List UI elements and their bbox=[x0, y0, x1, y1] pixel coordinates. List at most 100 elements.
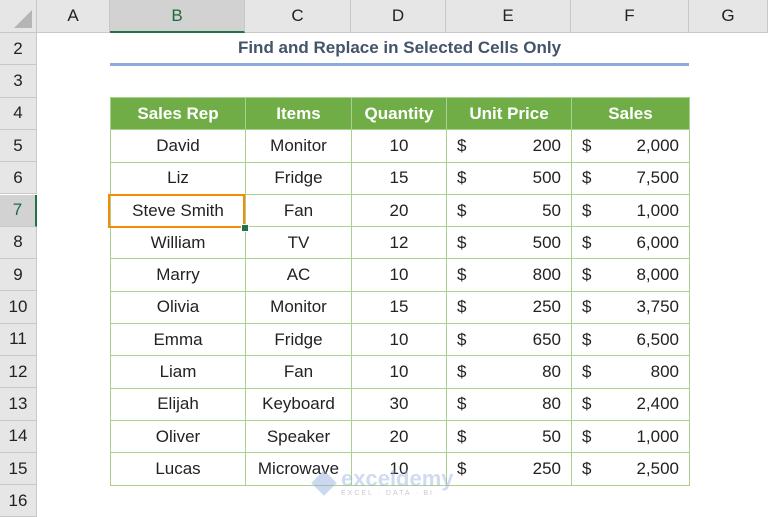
currency-symbol: $ bbox=[582, 297, 592, 317]
row-header-2[interactable]: 2 bbox=[0, 33, 37, 66]
cell-unit-price[interactable]: $80 bbox=[446, 387, 572, 421]
cell-item[interactable]: Fridge bbox=[245, 161, 352, 195]
cell-item[interactable]: Monitor bbox=[245, 129, 352, 163]
header-items[interactable]: Items bbox=[245, 96, 352, 131]
row-header-14[interactable]: 14 bbox=[0, 420, 37, 453]
cell-item[interactable]: Monitor bbox=[245, 290, 352, 325]
cell-sales-rep[interactable]: William bbox=[110, 226, 246, 260]
cell-unit-price[interactable]: $50 bbox=[446, 193, 572, 228]
cell-quantity[interactable]: 30 bbox=[351, 387, 447, 421]
cell-quantity[interactable]: 10 bbox=[351, 258, 447, 292]
cell-sales[interactable]: $1,000 bbox=[571, 419, 690, 454]
cell-sales-rep[interactable]: Steve Smith bbox=[110, 193, 246, 228]
cell-sales-rep[interactable]: Emma bbox=[110, 323, 246, 357]
cell-item[interactable]: Keyboard bbox=[245, 387, 352, 421]
cell-sales[interactable]: $2,400 bbox=[571, 387, 690, 421]
cell-sales[interactable]: $800 bbox=[571, 355, 690, 389]
cell-sales-rep[interactable]: Lucas bbox=[110, 452, 246, 486]
header-quantity[interactable]: Quantity bbox=[351, 96, 447, 131]
row-header-5[interactable]: 5 bbox=[0, 129, 37, 163]
watermark-brand: exceldemy bbox=[341, 466, 454, 491]
row-header-7[interactable]: 7 bbox=[0, 194, 37, 227]
cell-item[interactable]: Fan bbox=[245, 193, 352, 228]
cell-item[interactable]: Speaker bbox=[245, 419, 352, 454]
cell-sales-rep[interactable]: Marry bbox=[110, 258, 246, 292]
cell-unit-price[interactable]: $80 bbox=[446, 355, 572, 389]
column-header-a[interactable]: A bbox=[37, 0, 110, 33]
column-header-f[interactable]: F bbox=[571, 0, 689, 33]
cell-quantity[interactable]: 10 bbox=[351, 355, 447, 389]
cell-quantity[interactable]: 20 bbox=[351, 193, 447, 228]
cell-unit-price[interactable]: $800 bbox=[446, 258, 572, 292]
cell-sales[interactable]: $3,750 bbox=[571, 290, 690, 325]
currency-symbol: $ bbox=[582, 458, 592, 478]
header-sales[interactable]: Sales bbox=[571, 96, 690, 131]
row-header-12[interactable]: 12 bbox=[0, 356, 37, 389]
cell-item[interactable]: Fan bbox=[245, 355, 352, 389]
row-header-9[interactable]: 9 bbox=[0, 259, 37, 292]
currency-symbol: $ bbox=[457, 168, 467, 188]
header-sales-rep[interactable]: Sales Rep bbox=[110, 96, 246, 131]
cell-sales[interactable]: $2,000 bbox=[571, 129, 690, 163]
cell-quantity[interactable]: 15 bbox=[351, 290, 447, 325]
row-header-4[interactable]: 4 bbox=[0, 97, 37, 130]
cell-sales[interactable]: $8,000 bbox=[571, 258, 690, 292]
cell-sales[interactable]: $6,500 bbox=[571, 323, 690, 357]
cell-unit-price[interactable]: $500 bbox=[446, 161, 572, 195]
header-unit-price[interactable]: Unit Price bbox=[446, 96, 572, 131]
cell-unit-price[interactable]: $650 bbox=[446, 323, 572, 357]
row-header-3[interactable]: 3 bbox=[0, 65, 37, 98]
sheet-title: Find and Replace in Selected Cells Only bbox=[237, 38, 562, 57]
table-row: Steve Smith Fan 20 $50 $1,000 bbox=[110, 193, 690, 228]
cell-unit-price[interactable]: $50 bbox=[446, 419, 572, 454]
cell-quantity[interactable]: 20 bbox=[351, 419, 447, 454]
sales-value: 2,000 bbox=[636, 135, 679, 155]
cell-quantity[interactable]: 12 bbox=[351, 226, 447, 260]
cell-sales[interactable]: $6,000 bbox=[571, 226, 690, 260]
unit-price-value: 500 bbox=[532, 232, 561, 252]
cell-sales[interactable]: $1,000 bbox=[571, 193, 690, 228]
column-header-c[interactable]: C bbox=[245, 0, 351, 33]
cell-item[interactable]: TV bbox=[245, 226, 352, 260]
cell-sales-rep[interactable]: Elijah bbox=[110, 387, 246, 421]
table-row: William TV 12 $500 $6,000 bbox=[110, 226, 690, 260]
cell-unit-price[interactable]: $200 bbox=[446, 129, 572, 163]
cell-unit-price[interactable]: $500 bbox=[446, 226, 572, 260]
cell-quantity[interactable]: 10 bbox=[351, 323, 447, 357]
table-row: Marry AC 10 $800 $8,000 bbox=[110, 258, 690, 292]
row-header-10[interactable]: 10 bbox=[0, 291, 37, 324]
table-row: Liz Fridge 15 $500 $7,500 bbox=[110, 161, 690, 195]
column-header-g[interactable]: G bbox=[689, 0, 768, 33]
currency-symbol: $ bbox=[582, 426, 592, 446]
cell-sales[interactable]: $7,500 bbox=[571, 161, 690, 195]
cell-item[interactable]: Fridge bbox=[245, 323, 352, 357]
currency-symbol: $ bbox=[582, 362, 592, 382]
cell-sales-rep[interactable]: David bbox=[110, 129, 246, 163]
column-header-d[interactable]: D bbox=[351, 0, 446, 33]
row-header-11[interactable]: 11 bbox=[0, 323, 37, 356]
cell-quantity[interactable]: 15 bbox=[351, 161, 447, 195]
cell-sales[interactable]: $2,500 bbox=[571, 452, 690, 486]
cell-sales-rep[interactable]: Liam bbox=[110, 355, 246, 389]
cell-item[interactable]: AC bbox=[245, 258, 352, 292]
unit-price-value: 200 bbox=[532, 135, 561, 155]
column-header-e[interactable]: E bbox=[446, 0, 571, 33]
cell-sales-rep[interactable]: Liz bbox=[110, 161, 246, 195]
select-all-triangle-icon bbox=[14, 10, 32, 28]
cell-sales-rep[interactable]: Oliver bbox=[110, 419, 246, 454]
cell-unit-price[interactable]: $250 bbox=[446, 290, 572, 325]
row-header-15[interactable]: 15 bbox=[0, 452, 37, 486]
row-header-16[interactable]: 16 bbox=[0, 485, 37, 517]
currency-symbol: $ bbox=[582, 200, 592, 220]
cell-sales-rep[interactable]: Olivia bbox=[110, 290, 246, 325]
fill-handle[interactable] bbox=[241, 224, 249, 232]
cell-quantity[interactable]: 10 bbox=[351, 129, 447, 163]
column-header-b[interactable]: B bbox=[110, 0, 245, 33]
row-header-6[interactable]: 6 bbox=[0, 162, 37, 195]
row-header-13[interactable]: 13 bbox=[0, 388, 37, 421]
currency-symbol: $ bbox=[457, 426, 467, 446]
row-header-8[interactable]: 8 bbox=[0, 226, 37, 260]
currency-symbol: $ bbox=[457, 265, 467, 285]
select-all-corner[interactable] bbox=[0, 0, 37, 33]
cell-unit-price[interactable]: $250 bbox=[446, 452, 572, 486]
